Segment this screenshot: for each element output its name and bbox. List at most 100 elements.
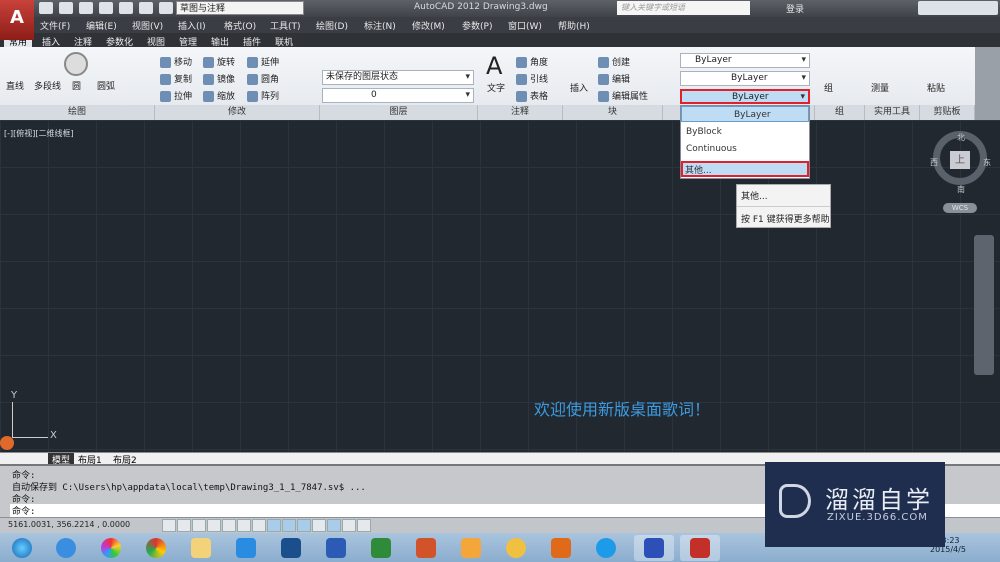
wcs-menu[interactable]: WCS	[943, 203, 977, 213]
tool-edit-block[interactable]: 编辑	[598, 72, 630, 85]
excel-icon[interactable]	[361, 535, 401, 561]
floating-badge-icon[interactable]	[0, 436, 14, 450]
viewcube-top[interactable]: 上	[950, 151, 970, 169]
open-icon[interactable]	[59, 2, 73, 14]
tool-move[interactable]: 移动	[160, 55, 192, 68]
linetype-select[interactable]: ByLayer	[680, 89, 810, 104]
grid-toggle[interactable]	[192, 519, 206, 532]
redo-icon[interactable]	[159, 2, 173, 14]
matlab-icon[interactable]	[541, 535, 581, 561]
compass-east[interactable]: 东	[983, 157, 991, 168]
tool-stretch[interactable]: 拉伸	[160, 89, 192, 102]
menu-view[interactable]: 视图(V)	[132, 19, 163, 32]
new-icon[interactable]	[39, 2, 53, 14]
linetype-option-other[interactable]: 其他...	[681, 161, 809, 177]
menu-help[interactable]: 帮助(H)	[558, 19, 590, 32]
tool-extend[interactable]: 延伸	[247, 55, 279, 68]
tool-edit-attributes[interactable]: 编辑属性	[598, 89, 648, 102]
selection-cycling-toggle[interactable]	[357, 519, 371, 532]
linetype-option-continuous[interactable]: Continuous	[681, 141, 809, 157]
pptv-icon[interactable]	[226, 535, 266, 561]
workspace-selector[interactable]: 草图与注释	[176, 1, 304, 15]
tool-measure[interactable]: 测量	[871, 81, 889, 94]
undo-icon[interactable]	[139, 2, 153, 14]
tool-leader[interactable]: 引线	[516, 72, 548, 85]
dyn-toggle[interactable]	[297, 519, 311, 532]
tool-array[interactable]: 阵列	[247, 89, 279, 102]
tool-mirror[interactable]: 镜像	[203, 72, 235, 85]
tool-angle[interactable]: 角度	[516, 55, 548, 68]
lineweight-toggle[interactable]	[312, 519, 326, 532]
compass-west[interactable]: 西	[930, 157, 938, 168]
menu-tools[interactable]: 工具(T)	[270, 19, 301, 32]
menu-window[interactable]: 窗口(W)	[508, 19, 542, 32]
paint-icon[interactable]	[496, 535, 536, 561]
ortho-toggle[interactable]	[207, 519, 221, 532]
layer-select[interactable]: 0	[322, 88, 474, 103]
menu-dimension[interactable]: 标注(N)	[364, 19, 396, 32]
powerpoint-icon[interactable]	[406, 535, 446, 561]
transparency-toggle[interactable]	[327, 519, 341, 532]
osnap-toggle[interactable]	[237, 519, 251, 532]
tool-fillet[interactable]: 圆角	[247, 72, 279, 85]
media-player-icon[interactable]	[586, 535, 626, 561]
save-icon[interactable]	[79, 2, 93, 14]
chrome-icon[interactable]	[136, 535, 176, 561]
tool-polyline[interactable]: 多段线	[34, 79, 61, 92]
explorer-icon[interactable]	[181, 535, 221, 561]
save-as-icon[interactable]	[99, 2, 113, 14]
panel-draw[interactable]: 绘图	[0, 105, 155, 120]
wps-icon[interactable]	[634, 535, 674, 561]
tool-scale[interactable]: 缩放	[203, 89, 235, 102]
menu-edit[interactable]: 编辑(E)	[86, 19, 117, 32]
linetype-option-byblock[interactable]: ByBlock	[681, 124, 809, 140]
tool-insert-block[interactable]: 插入	[570, 81, 588, 94]
panel-modify[interactable]: 修改	[155, 105, 320, 120]
polar-toggle[interactable]	[222, 519, 236, 532]
tool-arc[interactable]: 圆弧	[97, 79, 115, 92]
ducs-toggle[interactable]	[282, 519, 296, 532]
autocad-taskbar-icon[interactable]	[680, 535, 720, 561]
menu-insert[interactable]: 插入(I)	[178, 19, 206, 32]
linetype-option-bylayer[interactable]: ByLayer	[681, 106, 809, 122]
print-icon[interactable]	[119, 2, 133, 14]
lineweight-select[interactable]: ByLayer	[680, 71, 810, 86]
3d-osnap-toggle[interactable]	[252, 519, 266, 532]
photoshop-icon[interactable]	[271, 535, 311, 561]
menu-modify[interactable]: 修改(M)	[412, 19, 445, 32]
tool-table[interactable]: 表格	[516, 89, 548, 102]
panel-block[interactable]: 块	[563, 105, 663, 120]
menu-draw[interactable]: 绘图(D)	[316, 19, 348, 32]
drawing-canvas[interactable]	[0, 120, 1000, 452]
tool-copy[interactable]: 复制	[160, 72, 192, 85]
search-input[interactable]: 键入关键字或短语	[617, 1, 750, 15]
panel-group[interactable]: 组	[815, 105, 865, 120]
menu-parametric[interactable]: 参数(P)	[462, 19, 492, 32]
tool-circle[interactable]: 圆	[72, 79, 81, 92]
quick-properties-toggle[interactable]	[342, 519, 356, 532]
tool-paste[interactable]: 粘贴	[927, 81, 945, 94]
app-icon[interactable]	[451, 535, 491, 561]
login-button[interactable]: 登录	[786, 2, 804, 15]
tool-create-block[interactable]: 创建	[598, 55, 630, 68]
menu-file[interactable]: 文件(F)	[40, 19, 70, 32]
panel-annotation[interactable]: 注释	[478, 105, 563, 120]
infer-constraints-toggle[interactable]	[162, 519, 176, 532]
panel-utilities[interactable]: 实用工具	[865, 105, 920, 120]
compass-south[interactable]: 南	[957, 184, 965, 195]
start-button[interactable]	[2, 535, 42, 561]
menu-format[interactable]: 格式(O)	[224, 19, 256, 32]
otrack-toggle[interactable]	[267, 519, 281, 532]
window-controls[interactable]	[918, 1, 998, 15]
photos-icon[interactable]	[91, 535, 131, 561]
tool-text[interactable]: 文字	[487, 81, 505, 94]
panel-layers[interactable]: 图层	[320, 105, 478, 120]
snap-toggle[interactable]	[177, 519, 191, 532]
panel-clipboard[interactable]: 剪贴板	[920, 105, 975, 120]
word-icon[interactable]	[316, 535, 356, 561]
layer-state-select[interactable]: 未保存的图层状态	[322, 70, 474, 85]
navigation-bar[interactable]	[974, 235, 994, 375]
compass-north[interactable]: 北	[957, 132, 965, 143]
viewport-controls[interactable]: [-][俯视][二维线框]	[4, 128, 74, 139]
color-select[interactable]: ByLayer	[680, 53, 810, 68]
